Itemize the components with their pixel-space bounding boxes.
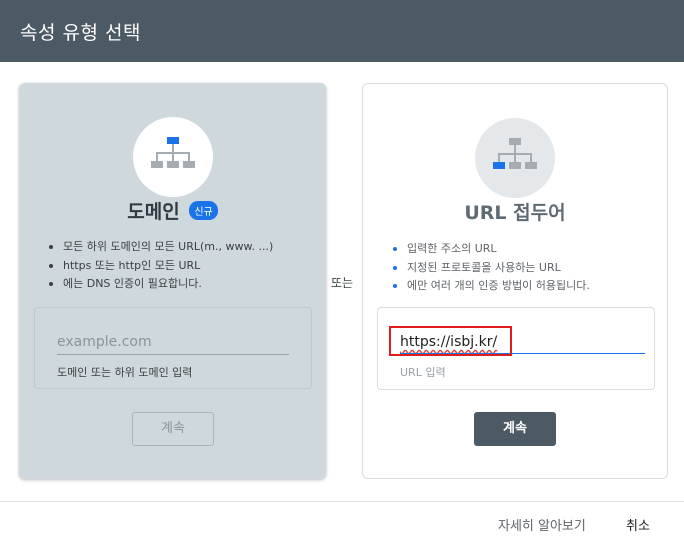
domain-feature-list: 모든 하위 도메인의 모든 URL(m., www. ...) https 또는… — [45, 238, 273, 294]
domain-title-text: 도메인 — [127, 201, 180, 223]
list-item: 입력한 주소의 URL — [389, 240, 590, 259]
domain-input-underline — [57, 354, 289, 355]
list-item: https 또는 http인 모든 URL — [45, 257, 273, 276]
dialog-title: 속성 유형 선택 — [20, 22, 141, 44]
url-feature-list: 입력한 주소의 URL 지정된 프로토콜을 사용하는 URL 에만 여러 개의 … — [389, 240, 590, 296]
footer-divider — [0, 501, 684, 502]
url-card-title: URL 접두어 — [464, 202, 566, 224]
domain-input[interactable]: example.com — [57, 334, 152, 350]
domain-continue-button[interactable]: 계속 — [132, 412, 214, 446]
new-badge: 신규 — [189, 201, 218, 220]
cancel-button[interactable]: 취소 — [626, 515, 650, 534]
domain-input-container: example.com 도메인 또는 하위 도메인 입력 — [34, 307, 312, 389]
learn-more-link[interactable]: 자세히 알아보기 — [498, 515, 586, 534]
domain-property-card[interactable]: 도메인 신규 모든 하위 도메인의 모든 URL(m., www. ...) h… — [19, 83, 326, 479]
url-continue-button[interactable]: 계속 — [474, 412, 556, 446]
list-item: 지정된 프로토콜을 사용하는 URL — [389, 259, 590, 278]
annotation-highlight-box — [389, 326, 512, 356]
url-input-container: https://isbj.kr/ URL 입력 — [377, 307, 655, 390]
dialog-header: 속성 유형 선택 — [0, 0, 684, 62]
url-input-helper: URL 입력 — [400, 366, 446, 379]
domain-input-helper: 도메인 또는 하위 도메인 입력 — [57, 366, 193, 379]
url-prefix-property-card[interactable]: URL 접두어 입력한 주소의 URL 지정된 프로토콜을 사용하는 URL 에… — [362, 83, 668, 479]
url-icon-circle — [475, 118, 555, 198]
sitemap-icon — [493, 138, 537, 169]
or-separator: 또는 — [331, 276, 354, 290]
list-item: 에만 여러 개의 인증 방법이 허용됩니다. — [389, 277, 590, 296]
domain-card-title: 도메인 신규 — [19, 197, 326, 224]
list-item: 모든 하위 도메인의 모든 URL(m., www. ...) — [45, 238, 273, 257]
sitemap-icon — [150, 137, 195, 168]
list-item: 에는 DNS 인증이 필요합니다. — [45, 275, 273, 294]
domain-icon-circle — [132, 117, 213, 197]
